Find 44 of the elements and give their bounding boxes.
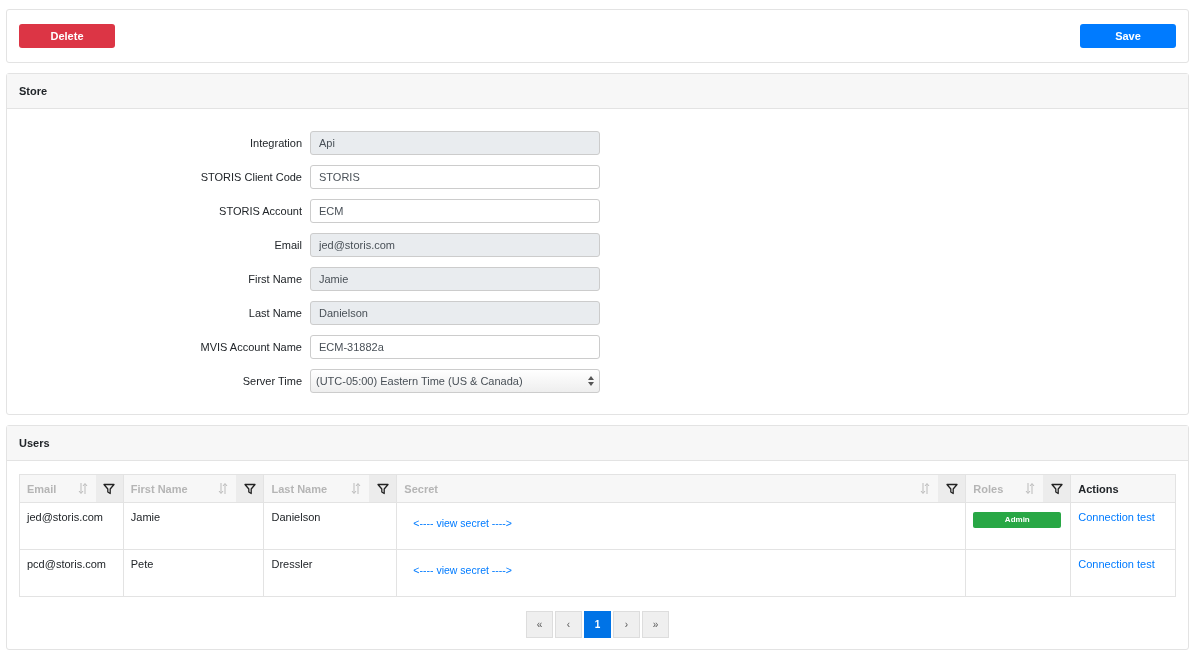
filter-button[interactable] (369, 475, 397, 502)
dropdown-caret-icon (588, 376, 594, 386)
save-button[interactable]: Save (1080, 24, 1176, 48)
delete-button[interactable]: Delete (19, 24, 115, 48)
filter-icon (103, 482, 116, 495)
filter-icon (376, 482, 389, 495)
role-badge: Admin (973, 512, 1062, 528)
field-label: Integration (249, 137, 303, 149)
section-title: Store (19, 85, 48, 97)
last-page-button[interactable]: » (642, 611, 669, 638)
text-input[interactable]: ECM-31882a (310, 335, 600, 359)
view-secret-link[interactable]: <---- view secret ----> (413, 517, 512, 529)
page-button[interactable]: 1 (584, 611, 611, 638)
table-cell: Jamie (130, 511, 161, 523)
table-cell: Pete (130, 558, 154, 570)
next-page-button[interactable]: › (613, 611, 640, 638)
field-label: Email (273, 239, 303, 251)
filter-button[interactable] (938, 475, 966, 502)
connection-test-link[interactable]: Connection test (1078, 558, 1155, 570)
text-input[interactable]: ECM (310, 199, 600, 223)
filter-icon (243, 482, 256, 495)
filter-icon (1050, 482, 1063, 495)
column-header: Actions (1078, 482, 1120, 495)
table-cell: Danielson (271, 511, 321, 523)
field-label: MVIS Account Name (199, 341, 303, 353)
field-label: Server Time (241, 375, 303, 387)
first-page-button[interactable]: « (526, 611, 553, 638)
filter-button[interactable] (236, 475, 264, 502)
filter-button[interactable] (95, 475, 123, 502)
text-input[interactable]: STORIS (310, 165, 600, 189)
previous-page-button[interactable]: ‹ (555, 611, 582, 638)
filter-button[interactable] (1043, 475, 1071, 502)
field-label: STORIS Client Code (199, 171, 303, 183)
view-secret-link[interactable]: <---- view secret ----> (413, 564, 512, 576)
filter-icon (945, 482, 958, 495)
field-label: STORIS Account (218, 205, 303, 217)
field-label: First Name (247, 273, 303, 285)
table-cell: Dressler (271, 558, 313, 570)
connection-test-link[interactable]: Connection test (1078, 511, 1155, 523)
field-label: Last Name (247, 307, 303, 319)
table-cell: pcd@storis.com (27, 558, 107, 570)
select-field[interactable]: (UTC-05:00) Eastern Time (US & Canada) (310, 369, 600, 393)
table-cell: jed@storis.com (27, 511, 103, 523)
section-title: Users (19, 437, 50, 449)
